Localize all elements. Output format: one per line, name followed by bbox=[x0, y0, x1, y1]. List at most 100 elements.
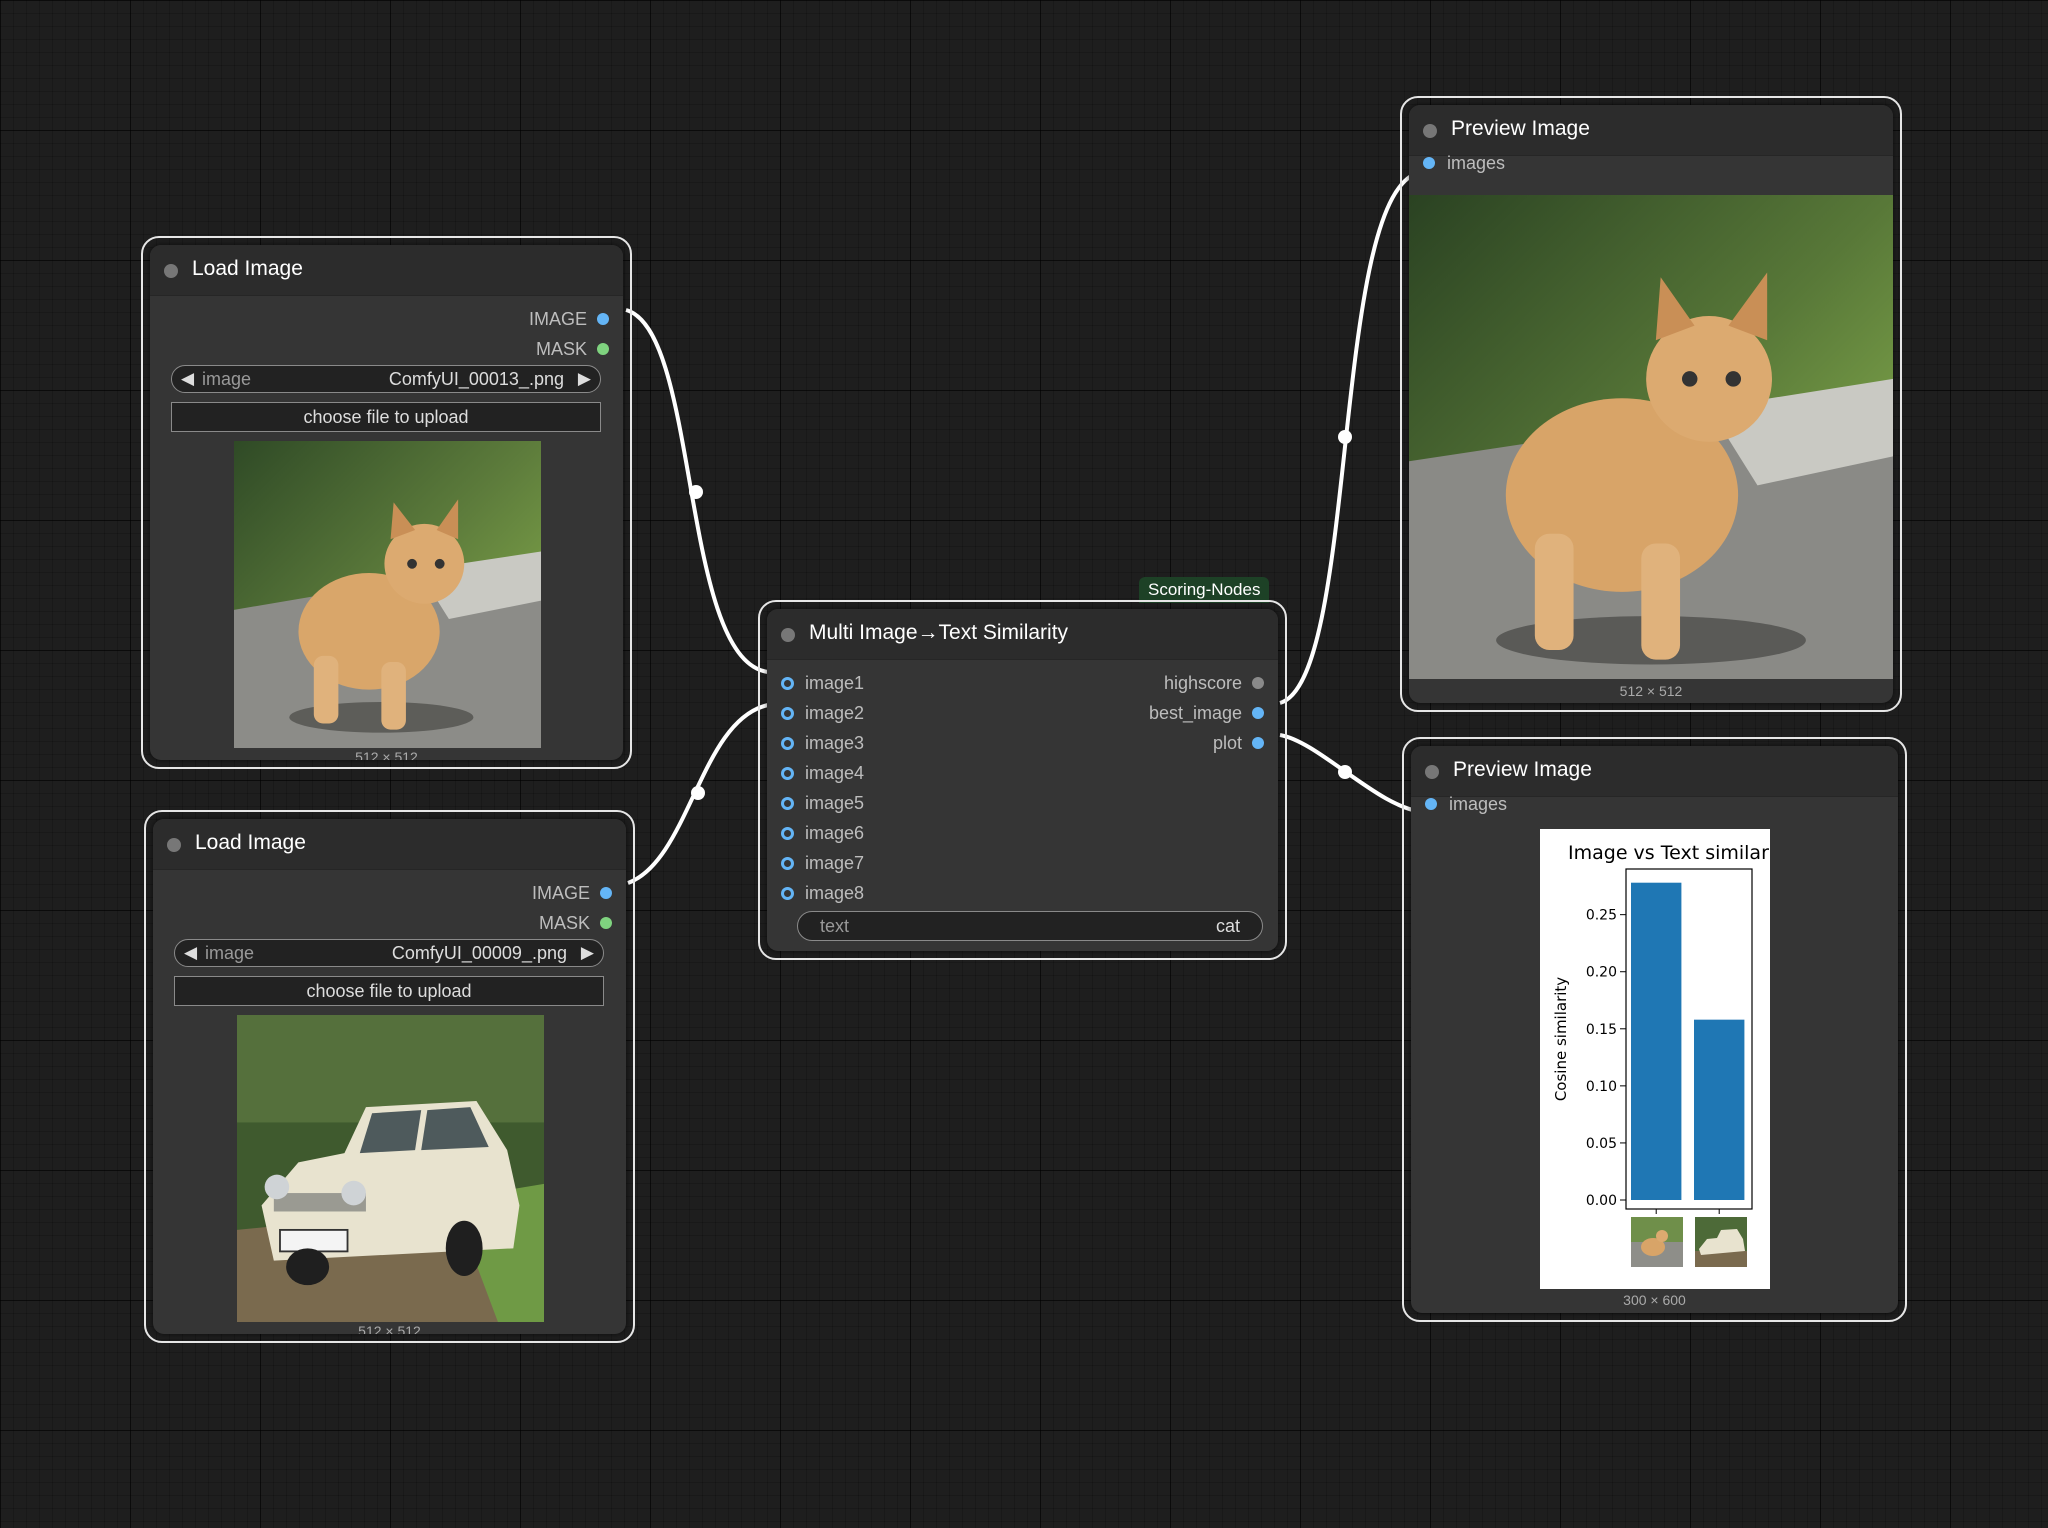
input-image1-slot[interactable]: image1 bbox=[767, 671, 864, 695]
node-title-bar[interactable]: Load Image bbox=[150, 245, 623, 296]
cat-photo-icon bbox=[1409, 195, 1893, 679]
slot-label: image2 bbox=[805, 703, 865, 723]
input-image2-slot[interactable]: image2 bbox=[767, 701, 864, 725]
image-combo[interactable]: ◀ image ComfyUI_00009_.png ▶ bbox=[174, 939, 604, 967]
output-mask-slot[interactable]: MASK bbox=[539, 911, 626, 935]
slot-label: images bbox=[1447, 153, 1506, 173]
load-image-node-2[interactable]: Load Image IMAGE MASK ◀ image ComfyUI_00… bbox=[144, 810, 635, 1343]
input-images-slot[interactable]: images bbox=[1409, 151, 1505, 175]
wire-midpoint-1 bbox=[689, 485, 703, 499]
input-image8-slot[interactable]: image8 bbox=[767, 881, 864, 905]
image-size-caption: 512 × 512 bbox=[358, 1323, 421, 1334]
collapse-dot-icon[interactable] bbox=[164, 264, 178, 278]
wire-midpoint-4 bbox=[1338, 765, 1352, 779]
upload-button[interactable]: choose file to upload bbox=[171, 402, 601, 432]
output-image-slot[interactable]: IMAGE bbox=[532, 881, 626, 905]
node-title-bar[interactable]: Load Image bbox=[153, 819, 626, 870]
widget-label: text bbox=[820, 916, 850, 936]
input-dot-icon[interactable] bbox=[781, 707, 794, 720]
output-dot-icon[interactable] bbox=[597, 343, 609, 355]
input-dot-icon[interactable] bbox=[781, 797, 794, 810]
slot-label: image6 bbox=[805, 823, 865, 843]
output-mask-slot[interactable]: MASK bbox=[536, 337, 623, 361]
y-tick-label: 0.10 bbox=[1586, 1079, 1617, 1095]
arrow-left-icon[interactable]: ◀ bbox=[184, 940, 197, 966]
output-dot-icon[interactable] bbox=[1252, 677, 1264, 689]
preview-image-node-1[interactable]: Preview Image images 512 × 512 bbox=[1400, 96, 1902, 712]
node-title-bar[interactable]: Multi Image→Text Similarity bbox=[767, 609, 1278, 660]
wire-image2 bbox=[627, 703, 769, 885]
slot-label: highscore bbox=[1163, 673, 1242, 693]
wire-image1 bbox=[625, 308, 769, 674]
upload-button[interactable]: choose file to upload bbox=[174, 976, 604, 1006]
x-tick-car-thumbnail bbox=[1695, 1217, 1747, 1267]
slot-label: MASK bbox=[535, 339, 587, 359]
output-plot-slot[interactable]: plot bbox=[1213, 731, 1278, 755]
similarity-node[interactable]: Multi Image→Text Similarity image1 image… bbox=[758, 600, 1287, 960]
input-image7-slot[interactable]: image7 bbox=[767, 851, 864, 875]
collapse-dot-icon[interactable] bbox=[1425, 765, 1439, 779]
slot-label: image8 bbox=[805, 883, 865, 903]
y-axis-label: Cosine similarity bbox=[1552, 977, 1570, 1101]
node-title: Preview Image bbox=[1451, 117, 1590, 140]
input-image4-slot[interactable]: image4 bbox=[767, 761, 864, 785]
image-size-caption: 512 × 512 bbox=[1619, 683, 1683, 699]
y-tick-label: 0.00 bbox=[1586, 1193, 1617, 1209]
output-highscore-slot[interactable]: highscore bbox=[1164, 671, 1278, 695]
chart-title: Image vs Text similar bbox=[1568, 842, 1769, 864]
node-title-bar[interactable]: Preview Image bbox=[1409, 105, 1893, 156]
input-images-slot[interactable]: images bbox=[1411, 792, 1507, 816]
input-dot-icon[interactable] bbox=[781, 767, 794, 780]
input-dot-icon[interactable] bbox=[1425, 798, 1437, 810]
car-photo-thumbnail bbox=[237, 1015, 544, 1322]
input-image6-slot[interactable]: image6 bbox=[767, 821, 864, 845]
text-input-widget[interactable]: text cat bbox=[797, 911, 1263, 941]
y-tick-label: 0.15 bbox=[1586, 1022, 1617, 1038]
bar-car-image bbox=[1694, 1019, 1745, 1200]
input-dot-icon[interactable] bbox=[781, 857, 794, 870]
output-dot-icon[interactable] bbox=[600, 887, 612, 899]
y-tick-label: 0.05 bbox=[1586, 1136, 1617, 1152]
slot-label: plot bbox=[1212, 733, 1242, 753]
output-dot-icon[interactable] bbox=[1252, 707, 1264, 719]
slot-label: image4 bbox=[805, 763, 865, 783]
input-dot-icon[interactable] bbox=[1423, 157, 1435, 169]
slot-label: images bbox=[1449, 794, 1508, 814]
cat-photo-icon bbox=[234, 441, 541, 748]
input-dot-icon[interactable] bbox=[781, 737, 794, 750]
preview-image-node-2[interactable]: Preview Image images Image vs Text simil… bbox=[1402, 737, 1907, 1322]
node-title-bar[interactable]: Preview Image bbox=[1411, 746, 1898, 797]
node-title: Multi Image→Text Similarity bbox=[809, 621, 1069, 644]
output-dot-icon[interactable] bbox=[1252, 737, 1264, 749]
slot-label: IMAGE bbox=[528, 309, 587, 329]
preview-cat-image bbox=[1409, 195, 1893, 679]
output-dot-icon[interactable] bbox=[597, 313, 609, 325]
slot-label: image5 bbox=[805, 793, 865, 813]
wire-midpoint-2 bbox=[691, 786, 705, 800]
node-body: Preview Image images 512 × 512 bbox=[1409, 105, 1893, 703]
input-image3-slot[interactable]: image3 bbox=[767, 731, 864, 755]
collapse-dot-icon[interactable] bbox=[167, 838, 181, 852]
widget-value[interactable]: cat bbox=[1216, 912, 1240, 940]
load-image-node-1[interactable]: Load Image IMAGE MASK ◀ image ComfyUI_00… bbox=[141, 236, 632, 769]
collapse-dot-icon[interactable] bbox=[1423, 124, 1437, 138]
output-dot-icon[interactable] bbox=[600, 917, 612, 929]
wire-midpoint-3 bbox=[1338, 430, 1352, 444]
arrow-right-icon[interactable]: ▶ bbox=[581, 940, 594, 966]
combo-value: ComfyUI_00013_.png bbox=[388, 369, 564, 389]
input-dot-icon[interactable] bbox=[781, 887, 794, 900]
cat-photo-thumbnail bbox=[234, 441, 541, 748]
input-dot-icon[interactable] bbox=[781, 677, 794, 690]
input-image5-slot[interactable]: image5 bbox=[767, 791, 864, 815]
input-dot-icon[interactable] bbox=[781, 827, 794, 840]
slot-label: best_image bbox=[1148, 703, 1242, 723]
collapse-dot-icon[interactable] bbox=[781, 628, 795, 642]
car-photo-icon bbox=[237, 1015, 544, 1322]
node-title: Load Image bbox=[192, 257, 303, 280]
image-combo[interactable]: ◀ image ComfyUI_00013_.png ▶ bbox=[171, 365, 601, 393]
arrow-right-icon[interactable]: ▶ bbox=[578, 366, 591, 392]
output-image-slot[interactable]: IMAGE bbox=[529, 307, 623, 331]
arrow-left-icon[interactable]: ◀ bbox=[181, 366, 194, 392]
slot-label: MASK bbox=[538, 913, 590, 933]
output-best-image-slot[interactable]: best_image bbox=[1149, 701, 1278, 725]
